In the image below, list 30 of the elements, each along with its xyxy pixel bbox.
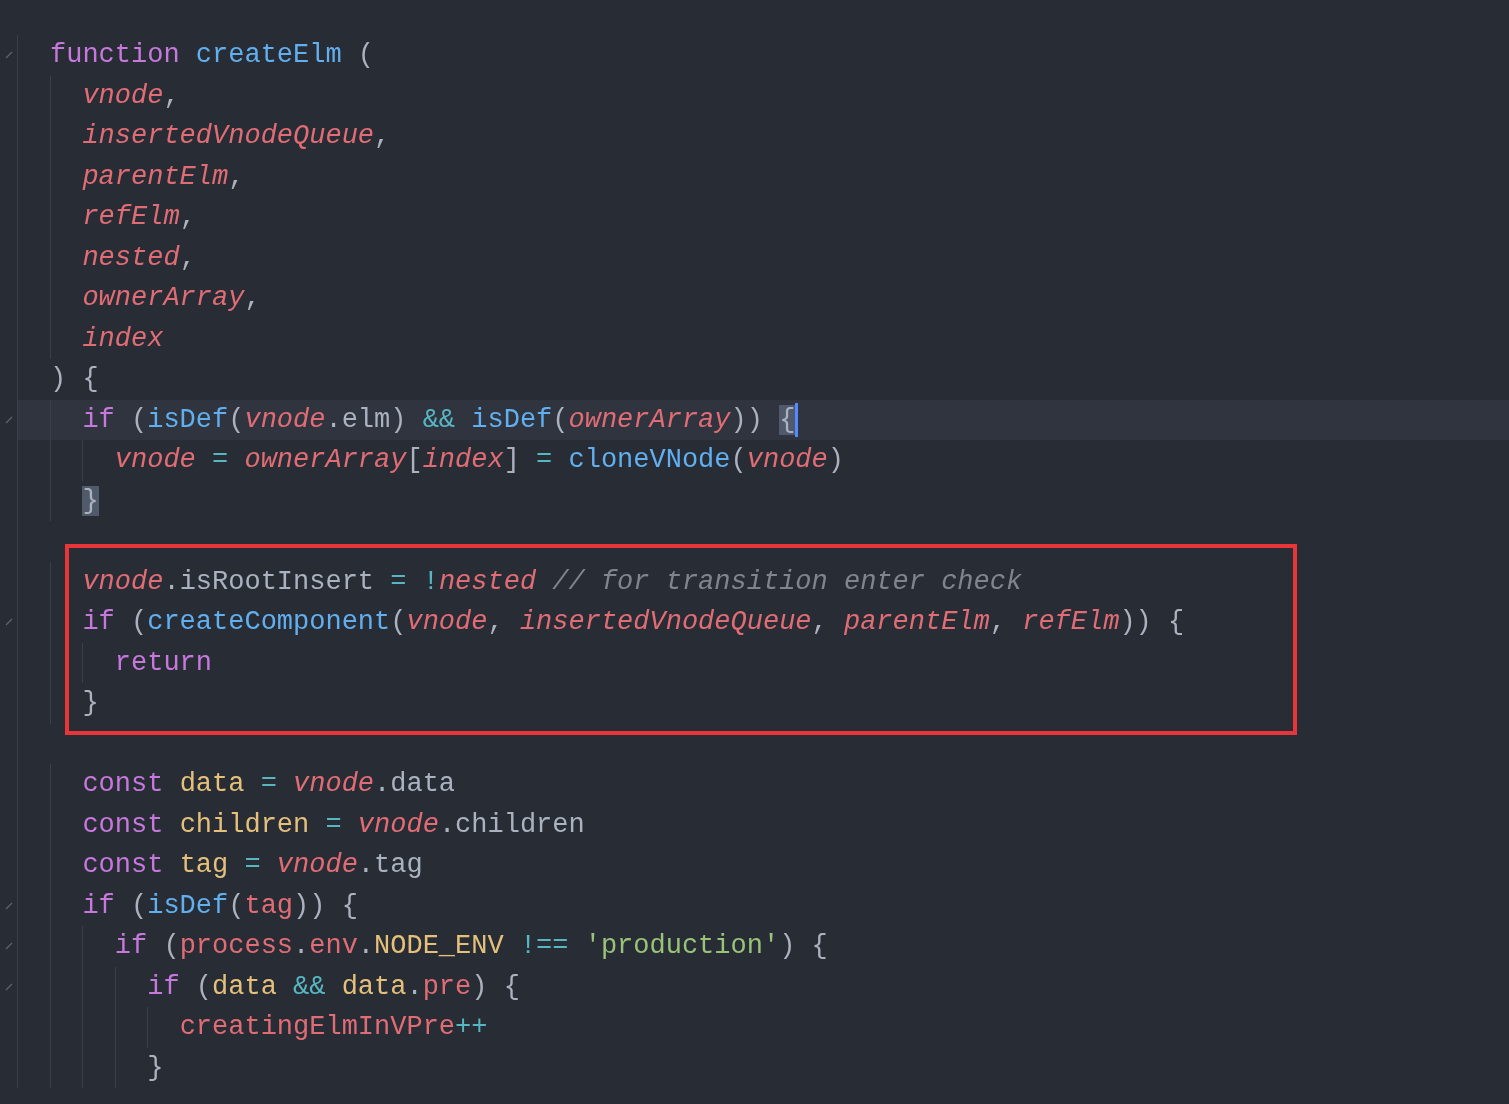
fold-marker-icon[interactable] [4,51,13,60]
code-line: ) { [50,363,99,396]
code-line: function createElm ( [50,39,375,72]
code-line: insertedVnodeQueue, [81,120,391,153]
code-line: const tag = vnode.tag [81,849,423,882]
code-line: creatingElmInVPre++ [178,1011,488,1044]
code-line: if (isDef(vnode.elm) && isDef(ownerArray)) { [81,403,796,437]
code-line: vnode, [81,79,180,113]
fold-marker-icon[interactable] [4,942,13,951]
code-line: } [81,687,99,720]
fold-marker-icon[interactable] [4,982,13,991]
fold-marker-icon[interactable] [4,415,13,424]
code-line: nested, [81,241,196,275]
code-line: if (isDef(tag)) { [81,889,358,923]
code-line: refElm, [81,201,196,234]
fold-marker-icon[interactable] [4,618,13,627]
code-line: const children = vnode.children [81,808,585,842]
code-line: if (process.env.NODE_ENV !== 'production') { [113,930,828,963]
code-line: index [81,322,164,356]
fold-marker-icon[interactable] [4,901,13,910]
code-line: parentElm, [81,160,245,194]
code-line: if (createComponent(vnode, insertedVnodeQueue, parentElm, refElm)) { [81,606,1185,639]
code-line: vnode = ownerArray[index] = cloneVNode(vnode) [113,444,844,477]
code-line: if (data && data.pre) { [146,970,520,1004]
code-line: vnode.isRootInsert = !nested // for transition enter check [81,565,1023,599]
code-line: ownerArray, [81,282,261,315]
code-line: const data = vnode.data [81,768,456,801]
code-line: return [113,646,213,680]
text-cursor [795,402,799,437]
code-line: } [146,1051,164,1085]
